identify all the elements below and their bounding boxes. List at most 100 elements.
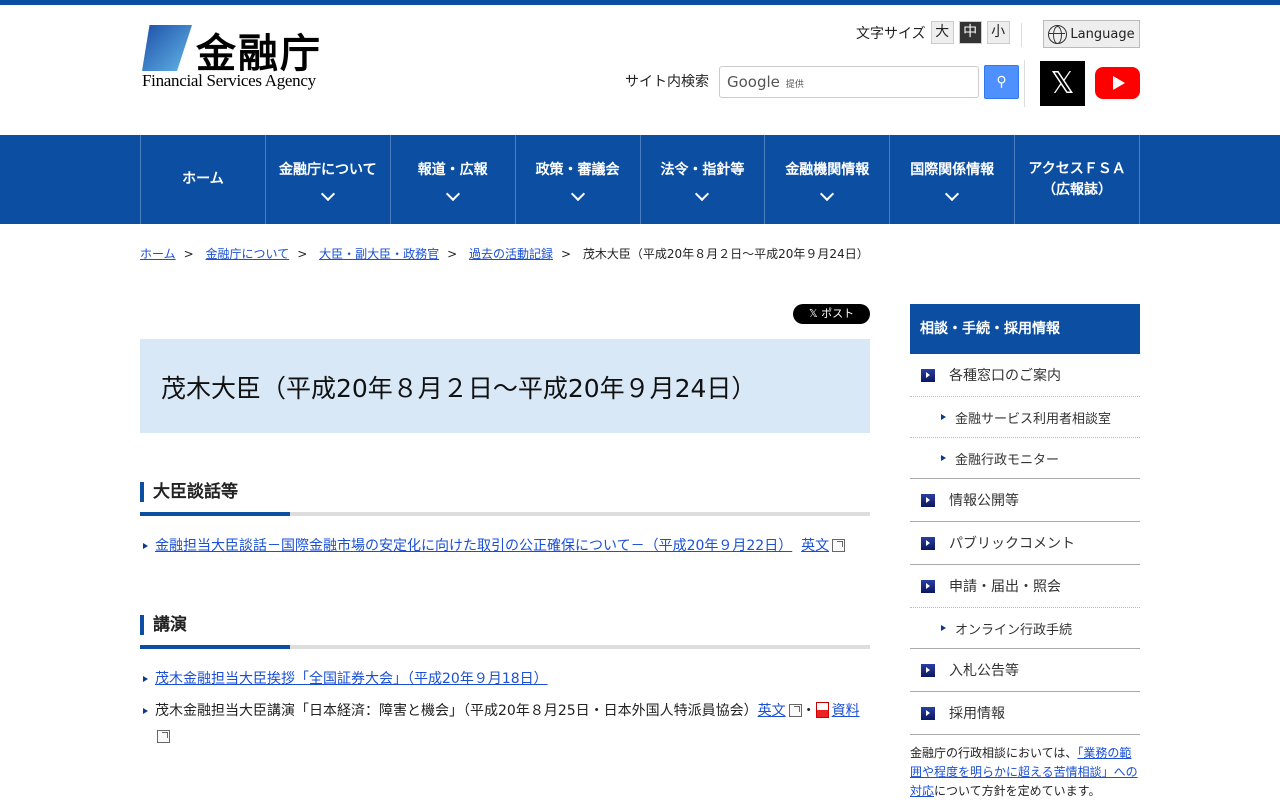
chevron-down-icon	[945, 186, 960, 202]
english-link[interactable]: 英文	[801, 538, 829, 554]
page-title-text: 茂木大臣（平成20年８月２日～平成20年９月24日）	[161, 374, 757, 403]
language-button[interactable]: Language	[1043, 20, 1140, 48]
sidebar-item-contact[interactable]: 各種窓口のご案内	[910, 354, 1140, 397]
sidebar-label: 採用情報	[949, 706, 1005, 722]
heading-underline	[140, 645, 870, 649]
language-label: Language	[1070, 26, 1135, 42]
sidebar-label: 情報公開等	[949, 493, 1019, 509]
breadcrumb-link[interactable]: 金融庁について	[206, 247, 290, 261]
breadcrumb-sep: >	[297, 247, 308, 261]
nav-policy[interactable]: 政策・審議会	[516, 135, 641, 224]
search-label: サイト内検索	[625, 74, 709, 90]
sidebar-subitem-monitor[interactable]: 金融行政モニター	[910, 438, 1140, 479]
nav-label: アクセスＦＳＡ（広報誌）	[1028, 160, 1126, 198]
sidebar-item-recruit[interactable]: 採用情報	[910, 692, 1140, 735]
chevron-down-icon	[320, 186, 335, 202]
chevron-down-icon	[695, 186, 710, 202]
sidebar-item-bids[interactable]: 入札公告等	[910, 649, 1140, 692]
arrow-square-icon	[921, 493, 935, 507]
heading-underline	[140, 512, 870, 516]
nav-press[interactable]: 報道・広報	[391, 135, 516, 224]
section-heading: 講演	[140, 615, 870, 635]
search-button[interactable]: ⚲	[984, 65, 1019, 99]
font-size-large-button[interactable]: 大	[930, 21, 954, 44]
search-input[interactable]: Google 提供	[719, 66, 979, 98]
arrow-square-icon	[921, 706, 935, 720]
english-link[interactable]: 英文	[758, 703, 786, 719]
nav-laws[interactable]: 法令・指針等	[641, 135, 766, 224]
globe-icon	[1048, 24, 1068, 44]
arrow-square-icon	[921, 663, 935, 677]
pdf-icon	[815, 702, 829, 718]
page-title: 茂木大臣（平成20年８月２日～平成20年９月24日）	[140, 339, 870, 433]
font-size-switcher: 文字サイズ 大 中 小	[856, 21, 1010, 44]
x-logo-icon: 𝕏	[1050, 66, 1075, 101]
breadcrumb-sep: >	[561, 247, 572, 261]
chevron-down-icon	[820, 186, 835, 202]
sidebar-item-disclosure[interactable]: 情報公開等	[910, 479, 1140, 522]
external-link-icon	[157, 730, 170, 743]
sidebar-note: 金融庁の行政相談においては、「業務の範囲や程度を明らかに超える苦情相談」への対応…	[910, 744, 1140, 801]
sidebar-heading: 相談・手続・採用情報	[910, 304, 1140, 354]
external-link-icon	[832, 539, 846, 552]
arrow-square-icon	[921, 579, 935, 593]
list-item: 金融担当大臣談話－国際金融市場の安定化に向けた取引の公正確保について－（平成20…	[143, 533, 870, 559]
site-header: 金融庁 Financial Services Agency 文字サイズ 大 中 …	[0, 5, 1280, 135]
statement-link[interactable]: 金融担当大臣談話－国際金融市場の安定化に向けた取引の公正確保について－（平成20…	[155, 538, 792, 554]
nav-label: 金融庁について	[279, 162, 377, 178]
sidebar-label: 申請・届出・照会	[949, 579, 1061, 595]
breadcrumb-link[interactable]: 大臣・副大臣・政務官	[319, 247, 439, 261]
search-placeholder: Google	[727, 73, 780, 91]
note-text: 金融庁の行政相談においては、	[910, 746, 1078, 760]
breadcrumb-sep: >	[183, 247, 194, 261]
nav-label: 政策・審議会	[535, 162, 620, 178]
breadcrumb: ホーム > 金融庁について > 大臣・副大臣・政務官 > 過去の活動記録 > 茂木大臣（…	[140, 245, 1140, 265]
logo-mark-icon	[142, 25, 192, 71]
material-link[interactable]: 資料	[832, 703, 860, 719]
nav-access-fsa[interactable]: アクセスＦＳＡ（広報誌）	[1015, 135, 1141, 224]
sidebar-subitem-consultation[interactable]: 金融サービス利用者相談室	[910, 397, 1140, 438]
breadcrumb-current: 茂木大臣（平成20年８月２日～平成20年９月24日）	[582, 247, 869, 261]
sidebar-label: 金融行政モニター	[955, 452, 1060, 468]
global-nav: ホーム 金融庁について 報道・広報 政策・審議会 法令・指針等 金融機関情報 国…	[0, 135, 1280, 224]
sidebar-label: 入札公告等	[949, 663, 1019, 679]
sidebar-item-public-comment[interactable]: パブリックコメント	[910, 522, 1140, 565]
separator: ・	[801, 703, 816, 719]
sidebar-label: オンライン行政手続	[955, 622, 1073, 638]
arrow-square-icon	[921, 368, 935, 382]
list-item: 茂木金融担当大臣挨拶「全国証券大会」（平成20年９月18日）	[143, 666, 870, 692]
nav-international[interactable]: 国際関係情報	[890, 135, 1016, 224]
nav-home[interactable]: ホーム	[141, 135, 266, 224]
sidebar-label: 金融サービス利用者相談室	[955, 411, 1112, 427]
nav-label: ホーム	[182, 171, 224, 187]
sidebar-item-applications[interactable]: 申請・届出・照会	[910, 565, 1140, 608]
list-item: 茂木金融担当大臣講演「日本経済：障害と機会」（平成20年８月25日・日本外国人特…	[143, 698, 870, 750]
sidebar-subitem-online[interactable]: オンライン行政手続	[910, 608, 1140, 649]
nav-label: 金融機関情報	[785, 162, 870, 178]
font-size-medium-button[interactable]: 中	[958, 21, 982, 44]
x-link[interactable]: 𝕏	[1040, 61, 1085, 106]
fsa-logo[interactable]: 金融庁 Financial Services Agency	[142, 25, 334, 91]
sidebar: 相談・手続・採用情報 各種窓口のご案内 金融サービス利用者相談室 金融行政モニタ…	[910, 304, 1140, 801]
nav-institutions[interactable]: 金融機関情報	[765, 135, 891, 224]
divider	[1021, 23, 1022, 47]
breadcrumb-link[interactable]: 過去の活動記録	[469, 247, 553, 261]
nav-label: 国際関係情報	[910, 162, 995, 178]
external-link-icon	[788, 704, 802, 717]
nav-about[interactable]: 金融庁について	[266, 135, 391, 224]
search-icon: ⚲	[996, 74, 1007, 90]
breadcrumb-link[interactable]: ホーム	[140, 247, 176, 261]
font-size-small-button[interactable]: 小	[986, 21, 1010, 44]
chevron-down-icon	[445, 186, 460, 202]
breadcrumb-sep: >	[447, 247, 458, 261]
sidebar-label: パブリックコメント	[949, 536, 1075, 552]
font-size-label: 文字サイズ	[856, 25, 926, 42]
arrow-square-icon	[921, 536, 935, 550]
nav-label: 法令・指針等	[660, 162, 745, 178]
youtube-icon[interactable]	[1095, 67, 1140, 99]
x-post-button[interactable]: 𝕏 ポスト	[793, 304, 870, 324]
logo-english: Financial Services Agency	[142, 71, 316, 90]
speech-link[interactable]: 茂木金融担当大臣挨拶「全国証券大会」（平成20年９月18日）	[155, 671, 548, 687]
note-text: について方針を定めています。	[934, 784, 1101, 798]
speech-text: 茂木金融担当大臣講演「日本経済：障害と機会」（平成20年８月25日・日本外国人特…	[155, 703, 758, 719]
